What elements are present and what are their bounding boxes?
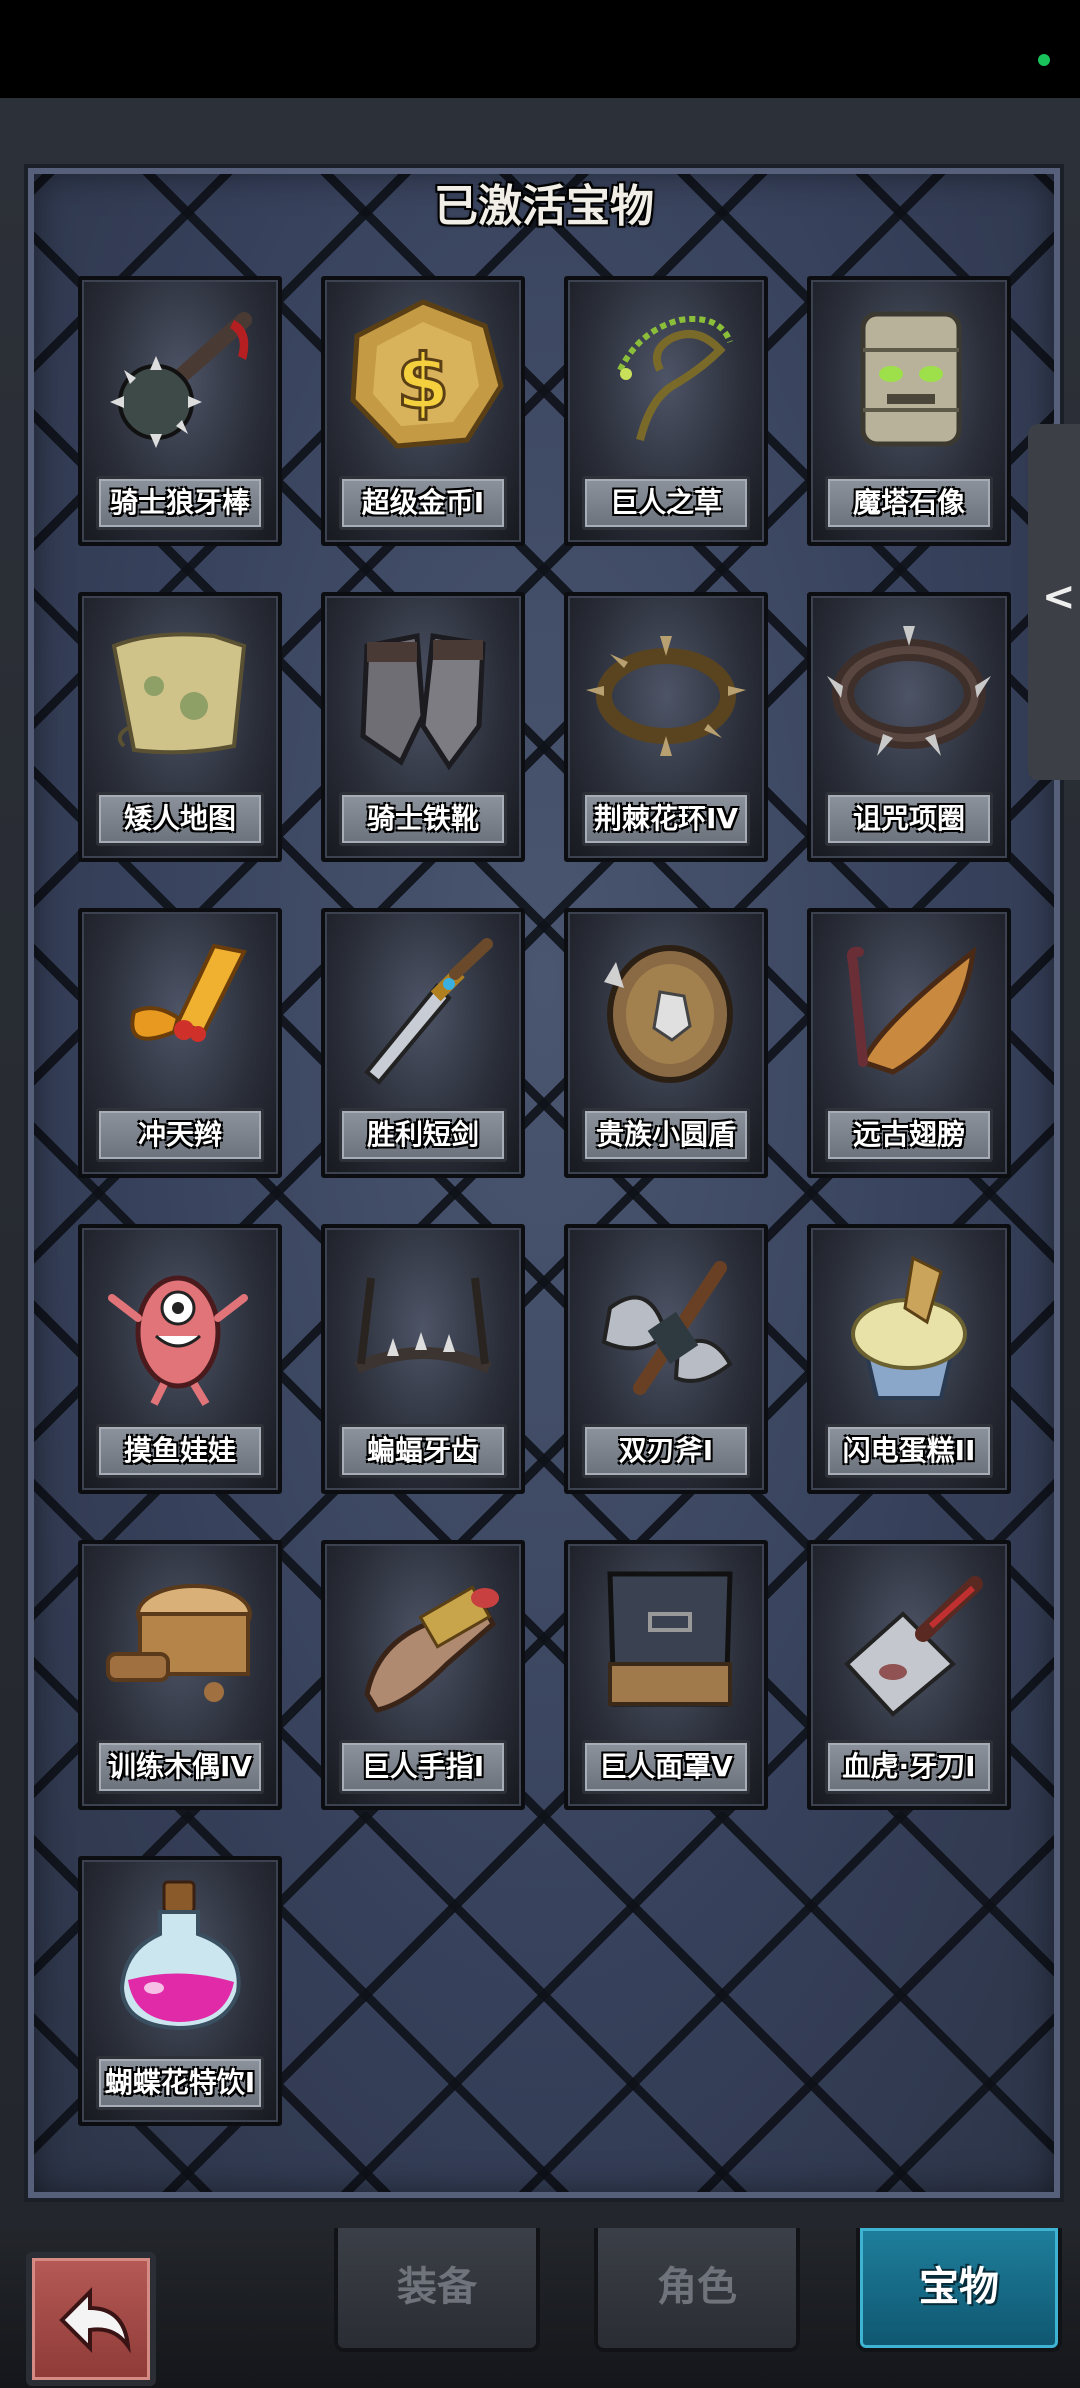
- treasure-card[interactable]: 巨人面罩V: [564, 1540, 768, 1810]
- treasure-card[interactable]: 胜利短剑: [321, 908, 525, 1178]
- treasure-name: 骑士铁靴: [339, 792, 507, 846]
- treasure-name: 魔塔石像: [825, 476, 993, 530]
- tab-equipment[interactable]: 装备: [334, 2228, 540, 2352]
- side-drawer-handle[interactable]: <: [1028, 424, 1080, 780]
- cleaver-icon: [823, 1554, 995, 1726]
- treasure-name: 荆棘花环IV: [582, 792, 750, 846]
- panel-title: 已激活宝物: [434, 181, 654, 232]
- bottom-nav-bar: 装备 角色 宝物: [0, 2228, 1080, 2388]
- status-bar: [0, 0, 1080, 98]
- treasure-card[interactable]: 冲天辫: [78, 908, 282, 1178]
- treasure-name: 冲天辫: [96, 1108, 264, 1162]
- tab-treasure[interactable]: 宝物: [856, 2228, 1062, 2352]
- activated-treasures-panel: 已激活宝物 骑士狼牙棒 $ 超级金币I 巨人之草 魔塔石像矮人地图 骑士铁靴 荆棘花环IV 诅…: [24, 164, 1064, 2202]
- double-axe-icon: [580, 1238, 752, 1410]
- giant-finger-icon: [337, 1554, 509, 1726]
- treasure-card[interactable]: 贵族小圆盾: [564, 908, 768, 1178]
- scroll-map-icon: [94, 606, 266, 778]
- wooden-dummy-icon: [94, 1554, 266, 1726]
- svg-text:$: $: [397, 337, 450, 426]
- treasure-card[interactable]: 双刃斧I: [564, 1224, 768, 1494]
- potion-icon: [94, 1870, 266, 2042]
- treasure-grid: 骑士狼牙棒 $ 超级金币I 巨人之草 魔塔石像矮人地图 骑士铁靴 荆棘花环IV 诅咒项圈冲天辫…: [78, 276, 1078, 2126]
- treasure-name: 蝙蝠牙齿: [339, 1424, 507, 1478]
- treasure-card[interactable]: 血虎·牙刀I: [807, 1540, 1011, 1810]
- treasure-card[interactable]: 摸鱼娃娃: [78, 1224, 282, 1494]
- treasure-card[interactable]: 远古翅膀: [807, 908, 1011, 1178]
- treasure-name: 骑士狼牙棒: [96, 476, 264, 530]
- cupcake-icon: [823, 1238, 995, 1410]
- treasure-name: 诅咒项圈: [825, 792, 993, 846]
- ancient-wing-icon: [823, 922, 995, 1094]
- thorn-wreath-icon: [580, 606, 752, 778]
- treasure-card[interactable]: $ 超级金币I: [321, 276, 525, 546]
- treasure-card[interactable]: 诅咒项圈: [807, 592, 1011, 862]
- doll-icon: [94, 1238, 266, 1410]
- spiked-collar-icon: [823, 606, 995, 778]
- gold-coin-icon: $: [337, 290, 509, 462]
- stone-idol-icon: [823, 290, 995, 462]
- status-indicator-dot: [1038, 54, 1050, 66]
- treasure-card[interactable]: 骑士狼牙棒: [78, 276, 282, 546]
- treasure-card[interactable]: 巨人之草: [564, 276, 768, 546]
- treasure-name: 巨人手指I: [339, 1740, 507, 1794]
- spiked-mace-icon: [94, 290, 266, 462]
- treasure-name: 蝴蝶花特饮I: [96, 2056, 264, 2110]
- treasure-card[interactable]: 训练木偶IV: [78, 1540, 282, 1810]
- giant-mask-icon: [580, 1554, 752, 1726]
- treasure-name: 摸鱼娃娃: [96, 1424, 264, 1478]
- ponytail-icon: [94, 922, 266, 1094]
- back-arrow-icon: [59, 2287, 131, 2354]
- treasure-name: 闪电蛋糕II: [825, 1424, 993, 1478]
- iron-boots-icon: [337, 606, 509, 778]
- treasure-card[interactable]: 骑士铁靴: [321, 592, 525, 862]
- vine-herb-icon: [580, 290, 752, 462]
- treasure-name: 超级金币I: [339, 476, 507, 530]
- bat-teeth-icon: [337, 1238, 509, 1410]
- treasure-name: 训练木偶IV: [96, 1740, 264, 1794]
- treasure-name: 血虎·牙刀I: [825, 1740, 993, 1794]
- treasure-card[interactable]: 蝙蝠牙齿: [321, 1224, 525, 1494]
- dagger-icon: [337, 922, 509, 1094]
- back-button[interactable]: [26, 2252, 156, 2386]
- chevron-left-icon: <: [1042, 574, 1076, 620]
- treasure-name: 胜利短剑: [339, 1108, 507, 1162]
- treasure-name: 双刃斧I: [582, 1424, 750, 1478]
- treasure-card[interactable]: 矮人地图: [78, 592, 282, 862]
- treasure-card[interactable]: 闪电蛋糕II: [807, 1224, 1011, 1494]
- tab-character[interactable]: 角色: [594, 2228, 800, 2352]
- treasure-card[interactable]: 魔塔石像: [807, 276, 1011, 546]
- treasure-name: 巨人之草: [582, 476, 750, 530]
- treasure-card[interactable]: 巨人手指I: [321, 1540, 525, 1810]
- treasure-name: 远古翅膀: [825, 1108, 993, 1162]
- treasure-name: 矮人地图: [96, 792, 264, 846]
- round-shield-icon: [580, 922, 752, 1094]
- treasure-name: 贵族小圆盾: [582, 1108, 750, 1162]
- treasure-name: 巨人面罩V: [582, 1740, 750, 1794]
- treasure-card[interactable]: 荆棘花环IV: [564, 592, 768, 862]
- treasure-card[interactable]: 蝴蝶花特饮I: [78, 1856, 282, 2126]
